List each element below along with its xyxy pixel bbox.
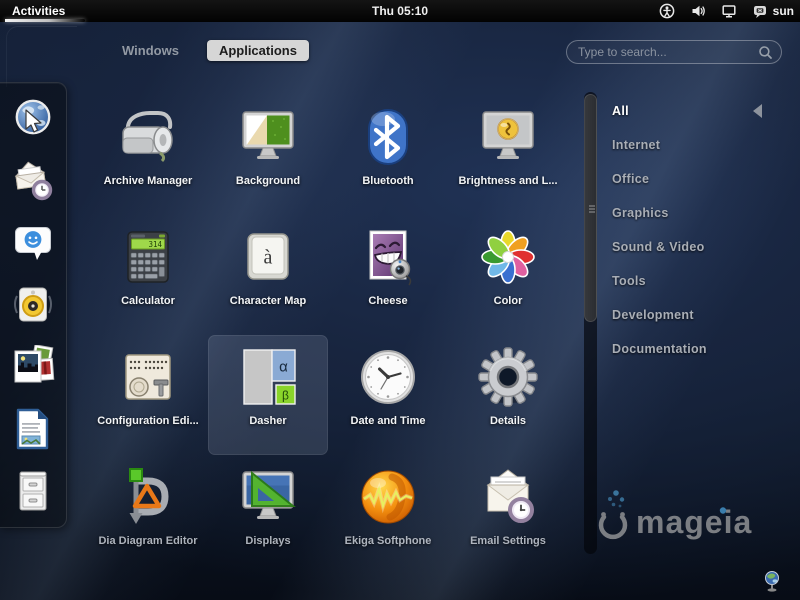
svg-text:β: β: [282, 389, 289, 403]
file-manager-icon[interactable]: [11, 469, 55, 513]
category-tools[interactable]: Tools: [612, 274, 784, 288]
photo-manager-icon[interactable]: [11, 345, 55, 389]
app-label: Calculator: [121, 295, 175, 307]
dasher-icon: αβ: [236, 345, 300, 409]
category-graphics[interactable]: Graphics: [612, 206, 784, 220]
top-bar: Activities Thu 05:10 sun: [0, 0, 800, 22]
app-dia-diagram-editor[interactable]: Dia Diagram Editor: [88, 455, 208, 575]
scrollbar-grip: [588, 205, 595, 207]
app-character-map[interactable]: à Character Map: [208, 215, 328, 335]
calculator-icon: 314: [116, 225, 180, 289]
display-icon[interactable]: [721, 3, 737, 19]
app-label: Displays: [245, 535, 291, 547]
mageia-wordmark: mageia: [636, 504, 752, 540]
category-internet[interactable]: Internet: [612, 138, 784, 152]
accessibility-icon[interactable]: [659, 3, 675, 19]
category-label: All: [612, 104, 629, 118]
app-label: Configuration Edi...: [97, 415, 199, 427]
brightness-lock-icon: [476, 105, 540, 169]
system-status-area: sun: [659, 0, 794, 22]
app-email-settings[interactable]: Email Settings: [448, 455, 568, 575]
app-ekiga-softphone[interactable]: Ekiga Softphone: [328, 455, 448, 575]
app-label: Details: [489, 415, 527, 427]
network-tray-icon[interactable]: [763, 570, 781, 594]
category-all[interactable]: All: [612, 104, 784, 118]
scrollbar-thumb[interactable]: [584, 94, 597, 322]
tab-windows[interactable]: Windows: [110, 40, 191, 61]
activities-button[interactable]: Activities: [0, 0, 85, 22]
category-list: All Internet Office Graphics Sound & Vid…: [612, 104, 784, 376]
configuration-editor-icon: [116, 345, 180, 409]
app-dasher[interactable]: αβ Dasher: [208, 335, 328, 455]
app-label: Email Settings: [470, 535, 546, 547]
web-browser-icon[interactable]: [11, 97, 55, 141]
workspace-edge: [6, 26, 77, 87]
category-arrow-icon: [753, 104, 762, 118]
app-grid-scrollbar[interactable]: [584, 92, 597, 554]
app-label: Brightness and L...: [458, 175, 558, 187]
search-input[interactable]: [567, 45, 758, 59]
music-player-icon[interactable]: [11, 283, 55, 327]
app-configuration-editor[interactable]: Configuration Edi...: [88, 335, 208, 455]
archive-manager-icon: [116, 105, 180, 169]
app-calculator[interactable]: 314 Calculator: [88, 215, 208, 335]
overview-background: Windows Applications Type to search... A…: [0, 22, 800, 600]
app-grid: Archive Manager Background Bluetooth Bri…: [88, 95, 568, 575]
bluetooth-icon: [356, 105, 420, 169]
tab-applications[interactable]: Applications: [206, 40, 309, 61]
svg-text:α: α: [279, 359, 288, 376]
app-label: Background: [235, 175, 301, 187]
app-cheese[interactable]: Cheese: [328, 215, 448, 335]
character-map-icon: à: [236, 225, 300, 289]
app-bluetooth[interactable]: Bluetooth: [328, 95, 448, 215]
volume-icon[interactable]: [690, 3, 706, 19]
app-date-and-time[interactable]: Date and Time: [328, 335, 448, 455]
app-label: Character Map: [229, 295, 307, 307]
user-menu[interactable]: sun: [752, 3, 794, 19]
details-icon: [476, 345, 540, 409]
ekiga-icon: [356, 465, 420, 529]
category-documentation[interactable]: Documentation: [612, 342, 784, 356]
svg-text:à: à: [264, 247, 273, 269]
email-settings-icon: [476, 465, 540, 529]
app-label: Dia Diagram Editor: [98, 535, 198, 547]
displays-icon: [236, 465, 300, 529]
word-processor-icon[interactable]: [11, 407, 55, 451]
app-label: Color: [493, 295, 523, 307]
view-switcher: Windows Applications: [110, 40, 309, 61]
app-label: Cheese: [368, 295, 408, 307]
app-color[interactable]: Color: [448, 215, 568, 335]
dash-dock: [0, 82, 67, 528]
app-displays[interactable]: Displays: [208, 455, 328, 575]
app-label: Bluetooth: [362, 175, 414, 187]
category-office[interactable]: Office: [612, 172, 784, 186]
category-development[interactable]: Development: [612, 308, 784, 322]
app-label: Dasher: [249, 415, 287, 427]
date-time-icon: [356, 345, 420, 409]
app-details[interactable]: Details: [448, 335, 568, 455]
search-box: [566, 40, 782, 64]
app-label: Ekiga Softphone: [344, 535, 432, 547]
dia-icon: [116, 465, 180, 529]
cheese-icon: [356, 225, 420, 289]
background-icon: [236, 105, 300, 169]
activities-active-indicator: [5, 19, 85, 22]
color-icon: [476, 225, 540, 289]
app-background[interactable]: Background: [208, 95, 328, 215]
activities-label: Activities: [12, 4, 66, 18]
search-icon: [758, 45, 773, 60]
app-brightness-lock[interactable]: Brightness and L...: [448, 95, 568, 215]
gnome-shell-overview: Activities Thu 05:10 sun Windows Applica…: [0, 0, 800, 600]
username: sun: [772, 4, 794, 18]
instant-messenger-icon[interactable]: [11, 221, 55, 265]
mageia-logo: mageia: [596, 486, 796, 550]
app-label: Date and Time: [350, 415, 426, 427]
im-status-icon: [753, 6, 766, 18]
app-label: Archive Manager: [103, 175, 193, 187]
app-archive-manager[interactable]: Archive Manager: [88, 95, 208, 215]
svg-text:314: 314: [148, 240, 162, 249]
email-client-icon[interactable]: [11, 159, 55, 203]
category-sound-video[interactable]: Sound & Video: [612, 240, 784, 254]
